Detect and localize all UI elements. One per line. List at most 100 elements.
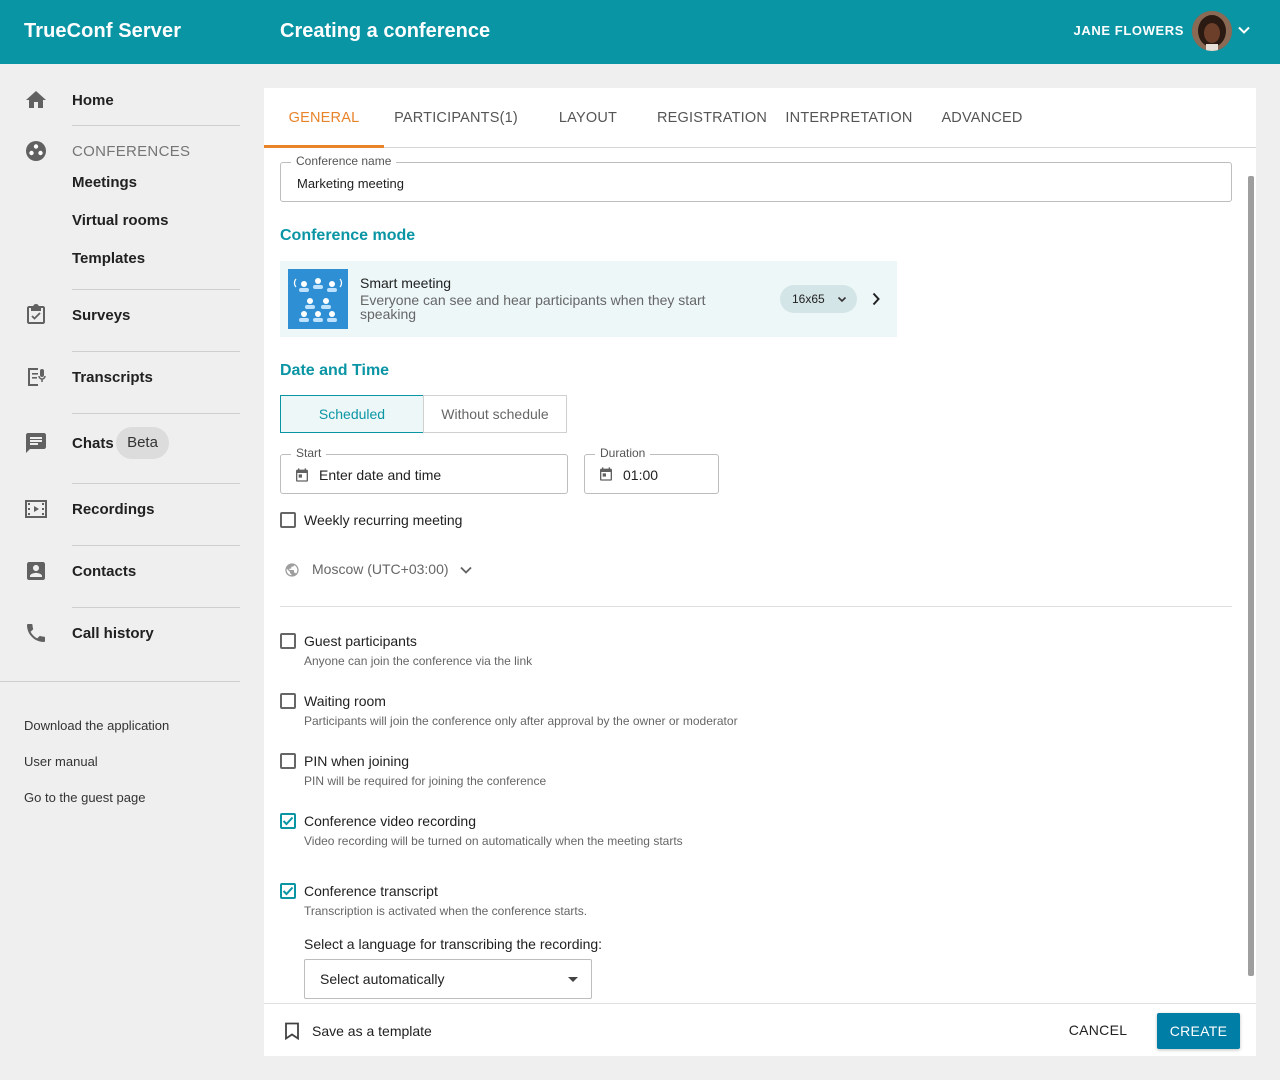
dropdown-arrow-icon (568, 977, 578, 982)
pin-label: PIN when joining (304, 753, 410, 769)
chevron-down-icon[interactable] (458, 562, 474, 578)
tab-advanced[interactable]: ADVANCED (922, 88, 1042, 148)
bookmark-icon[interactable] (284, 1022, 300, 1040)
mode-description: Everyone can see and hear participants w… (360, 292, 706, 322)
transcript-label: Conference transcript (304, 883, 438, 899)
globe-icon (285, 563, 299, 577)
waiting-room-label: Waiting room (304, 693, 386, 709)
sidebar-section-conferences: CONFERENCES (72, 143, 191, 160)
sidebar-item-call-history[interactable]: Call history (72, 625, 154, 642)
conference-mode-title: Conference mode (280, 227, 416, 244)
video-recording-label: Conference video recording (304, 813, 476, 829)
app-brand[interactable]: TrueConf Server (24, 20, 181, 43)
sidebar-item-surveys[interactable]: Surveys (72, 307, 130, 324)
divider (72, 413, 240, 414)
conference-mode-card[interactable]: Smart meeting Everyone can see and hear … (280, 261, 897, 337)
sidebar-item-chats[interactable]: Chats (72, 435, 114, 452)
transcript-language-select[interactable]: Select automatically (304, 959, 592, 999)
weekly-recurring-checkbox[interactable] (280, 512, 296, 528)
duration-label: Duration (595, 446, 651, 460)
sidebar-item-meetings[interactable]: Meetings (72, 174, 137, 191)
section-divider (280, 606, 1232, 607)
guest-participants-checkbox[interactable] (280, 633, 296, 649)
create-button[interactable]: CREATE (1157, 1013, 1240, 1049)
conference-name-field[interactable]: Conference name Marketing meeting (280, 154, 1232, 202)
mode-title: Smart meeting (360, 275, 452, 291)
transcript-desc: Transcription is activated when the conf… (304, 904, 588, 918)
avatar[interactable] (1192, 11, 1232, 51)
beta-badge: Beta (116, 427, 169, 459)
divider (72, 289, 240, 290)
layout-size-value: 16x65 (792, 292, 825, 306)
pin-desc: PIN will be required for joining the con… (304, 774, 547, 788)
phone-icon (27, 624, 45, 642)
sidebar-item-contacts[interactable]: Contacts (72, 563, 136, 580)
conferences-icon (26, 141, 46, 161)
scrollbar[interactable] (1248, 176, 1254, 976)
sidebar-item-templates[interactable]: Templates (72, 250, 145, 267)
smart-meeting-thumbnail (288, 269, 348, 329)
guest-participants-label: Guest participants (304, 633, 417, 649)
tab-participants[interactable]: PARTICIPANTS(1) (384, 88, 528, 148)
divider (0, 681, 240, 682)
waiting-room-checkbox[interactable] (280, 693, 296, 709)
weekly-recurring-label: Weekly recurring meeting (304, 512, 463, 528)
contacts-icon (27, 562, 45, 580)
video-recording-checkbox[interactable] (280, 813, 296, 829)
date-time-title: Date and Time (280, 362, 390, 379)
guest-page-link[interactable]: Go to the guest page (24, 790, 145, 805)
transcript-checkbox[interactable] (280, 883, 296, 899)
home-icon (26, 91, 46, 108)
sidebar-item-transcripts[interactable]: Transcripts (72, 369, 153, 386)
chevron-right-icon[interactable] (868, 291, 884, 307)
waiting-room-desc: Participants will join the conference on… (304, 714, 738, 728)
divider (72, 351, 240, 352)
start-date-field[interactable]: Start Enter date and time (280, 446, 568, 494)
tab-bar: GENERAL PARTICIPANTS(1) LAYOUT REGISTRAT… (264, 88, 1256, 148)
scheduled-toggle[interactable]: Scheduled (280, 395, 424, 433)
divider (72, 483, 240, 484)
form-footer: Save as a template CANCEL CREATE (264, 1003, 1256, 1056)
calendar-icon (600, 467, 612, 481)
transcript-language-value: Select automatically (320, 971, 445, 987)
divider (72, 545, 240, 546)
app-header: TrueConf Server Creating a conference JA… (0, 0, 1280, 64)
download-app-link[interactable]: Download the application (24, 718, 169, 733)
sidebar-item-recordings[interactable]: Recordings (72, 501, 155, 518)
recordings-icon (25, 500, 47, 518)
tab-registration[interactable]: REGISTRATION (648, 88, 776, 148)
user-name[interactable]: JANE FLOWERS (1074, 23, 1184, 38)
conference-name-value: Marketing meeting (297, 176, 404, 191)
chevron-down-icon (837, 296, 847, 303)
calendar-icon (296, 468, 308, 482)
clipboard-check-icon (27, 304, 45, 324)
pin-checkbox[interactable] (280, 753, 296, 769)
divider (72, 125, 240, 126)
guest-participants-desc: Anyone can join the conference via the l… (304, 654, 533, 668)
tab-layout[interactable]: LAYOUT (528, 88, 648, 148)
cancel-button[interactable]: CANCEL (1060, 1015, 1136, 1045)
tab-interpretation[interactable]: INTERPRETATION (776, 88, 922, 148)
conference-name-label: Conference name (291, 154, 397, 168)
checkmark-icon (282, 816, 294, 826)
start-label: Start (291, 446, 327, 460)
divider (72, 607, 240, 608)
chat-icon (26, 433, 46, 453)
timezone-selector[interactable]: Moscow (UTC+03:00) (312, 561, 449, 577)
tab-general[interactable]: GENERAL (264, 88, 384, 148)
save-as-template-button[interactable]: Save as a template (312, 1023, 432, 1039)
layout-size-dropdown[interactable]: 16x65 (780, 285, 857, 313)
without-schedule-toggle[interactable]: Without schedule (423, 395, 567, 433)
video-recording-desc: Video recording will be turned on automa… (304, 834, 683, 848)
conference-form-card: GENERAL PARTICIPANTS(1) LAYOUT REGISTRAT… (264, 88, 1256, 1056)
transcript-language-label: Select a language for transcribing the r… (304, 936, 603, 952)
duration-value: 01:00 (623, 467, 659, 483)
sidebar-item-virtual-rooms[interactable]: Virtual rooms (72, 212, 168, 229)
page-title: Creating a conference (280, 20, 491, 42)
start-date-placeholder: Enter date and time (319, 467, 442, 483)
duration-field[interactable]: Duration 01:00 (584, 446, 719, 494)
sidebar-item-home[interactable]: Home (72, 92, 114, 109)
chevron-down-icon[interactable] (1236, 22, 1252, 38)
user-manual-link[interactable]: User manual (24, 754, 98, 769)
active-tab-indicator (264, 145, 384, 148)
